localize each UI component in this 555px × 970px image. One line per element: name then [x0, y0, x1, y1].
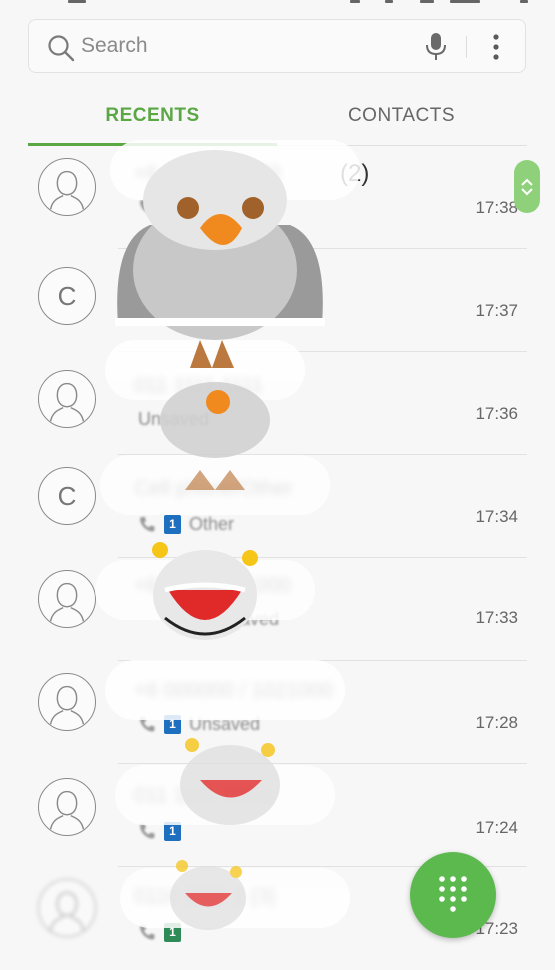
status-icon: [450, 0, 480, 3]
scroll-handle[interactable]: [514, 160, 540, 213]
list-item[interactable]: 011 1111 11111 1 17:24: [0, 764, 555, 867]
person-icon: [49, 582, 85, 622]
list-item[interactable]: C 17:37: [0, 249, 555, 352]
call-count: (2): [340, 160, 370, 187]
call-icon: [140, 925, 155, 940]
sim-icon: 1: [164, 821, 181, 841]
microphone-icon[interactable]: [423, 32, 449, 62]
chevron-down-icon: [521, 187, 533, 195]
call-time: 17:36: [475, 404, 518, 423]
person-icon: [49, 382, 85, 422]
avatar-letter: C: [57, 280, 77, 311]
call-meta: 1: [138, 820, 181, 842]
avatar[interactable]: C: [38, 467, 96, 525]
call-icon: [140, 200, 155, 215]
call-meta: Unsaved: [138, 408, 209, 430]
avatar[interactable]: [38, 879, 96, 937]
avatar[interactable]: C: [38, 267, 96, 325]
sim-icon: 1: [164, 714, 181, 734]
number-label: Other: [189, 513, 235, 534]
call-meta: 1 Unsaved: [138, 713, 260, 735]
call-time: 17:38: [475, 198, 518, 217]
chevron-up-icon: [521, 178, 533, 186]
status-icon: [520, 0, 528, 3]
tab-recents[interactable]: RECENTS: [28, 88, 277, 144]
search-icon: [48, 35, 75, 62]
tab-bar: RECENTS CONTACTS: [28, 88, 527, 146]
avatar[interactable]: [38, 570, 96, 628]
call-meta: Unsaved: [138, 608, 279, 630]
status-icon: [350, 0, 360, 3]
person-icon: [49, 685, 85, 725]
contact-name: 011 1111 11111: [134, 784, 274, 807]
call-time: 17:37: [475, 301, 518, 320]
status-icon: [68, 0, 86, 3]
contact-name: +6 1000 11 1000: [134, 574, 291, 597]
list-item[interactable]: +6 1000 1 1000 (2) 17:38: [0, 146, 555, 249]
person-icon: [49, 790, 85, 830]
search-input[interactable]: [81, 31, 401, 61]
status-bar: [0, 0, 555, 8]
call-meta: [138, 196, 156, 218]
status-icon: [385, 0, 393, 3]
call-icon: [140, 517, 155, 532]
person-icon: [49, 891, 85, 931]
avatar-letter: C: [57, 480, 77, 511]
sim-icon: 1: [164, 514, 181, 534]
contact-name: 0116 1111 1 (3): [134, 885, 277, 908]
call-meta: 1: [138, 921, 181, 943]
avatar[interactable]: [38, 673, 96, 731]
list-item[interactable]: 011 1111 1111 Unsaved 17:36: [0, 352, 555, 455]
call-time: 17:33: [475, 608, 518, 627]
number-label: Unsaved: [189, 713, 261, 734]
dialpad-button[interactable]: [410, 852, 496, 938]
person-icon: [49, 170, 85, 210]
contact-name: Cell phone/Other: [134, 477, 293, 500]
call-icon: [140, 717, 155, 732]
search-bar[interactable]: [28, 19, 526, 73]
status-icon: [420, 0, 434, 3]
call-meta: 1 Other: [138, 513, 234, 535]
call-time: 17:24: [475, 818, 518, 837]
contact-name: +6 000000 / 1021000: [134, 679, 334, 702]
avatar[interactable]: [38, 778, 96, 836]
dialpad-icon: [439, 876, 467, 912]
more-options-icon[interactable]: [486, 32, 506, 62]
call-time: 17:28: [475, 713, 518, 732]
list-item[interactable]: +6 000000 / 1021000 1 Unsaved 17:28: [0, 661, 555, 764]
list-item[interactable]: +6 1000 11 1000 Unsaved 17:33: [0, 558, 555, 661]
tab-contacts[interactable]: CONTACTS: [277, 88, 526, 144]
sim-icon: 1: [164, 922, 181, 942]
number-label: Unsaved: [138, 408, 210, 429]
list-item[interactable]: C Cell phone/Other 1 Other 17:34: [0, 455, 555, 558]
contact-name: +6 1000 1 1000: [134, 162, 281, 185]
avatar[interactable]: [38, 370, 96, 428]
divider: [466, 36, 467, 58]
call-time: 17:34: [475, 507, 518, 526]
number-label: Unsaved: [208, 608, 280, 629]
call-icon: [140, 824, 155, 839]
avatar[interactable]: [38, 158, 96, 216]
contact-name: 011 1111 1111: [134, 374, 264, 397]
